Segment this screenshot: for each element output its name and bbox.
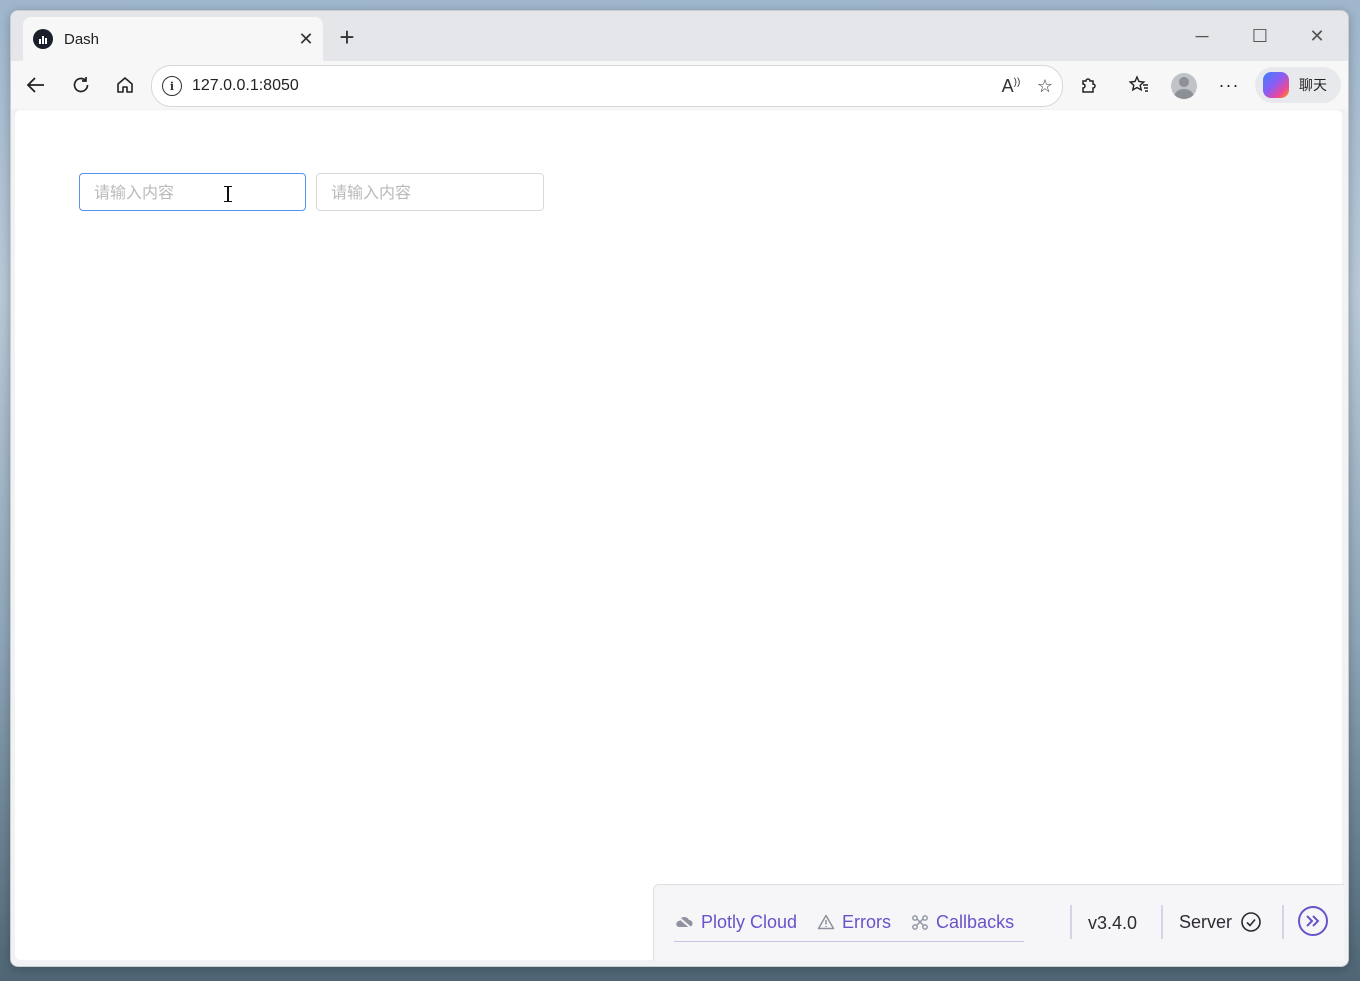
browser-window: Dash ✕ + ─ ☐ ✕ i 127.0.0.1:8050 A)) ☆ ··… bbox=[10, 10, 1349, 967]
read-aloud-icon[interactable]: A)) bbox=[994, 69, 1028, 103]
tab-dash[interactable]: Dash ✕ bbox=[23, 17, 323, 61]
copilot-icon bbox=[1263, 72, 1289, 98]
copilot-label: 聊天 bbox=[1299, 77, 1327, 93]
url-text[interactable]: 127.0.0.1:8050 bbox=[192, 77, 994, 95]
back-button[interactable] bbox=[20, 69, 52, 101]
callbacks-label: Callbacks bbox=[936, 911, 1015, 932]
browser-toolbar: i 127.0.0.1:8050 A)) ☆ ··· 聊天 bbox=[11, 61, 1348, 109]
extensions-button[interactable] bbox=[1073, 69, 1105, 101]
double-chevron-right-icon bbox=[1306, 915, 1320, 927]
devtools-divider bbox=[1282, 905, 1284, 939]
maximize-icon[interactable]: ☐ bbox=[1237, 21, 1283, 51]
text-cursor-icon bbox=[223, 186, 233, 202]
dash-favicon-icon bbox=[33, 29, 53, 49]
favorites-icon bbox=[1128, 75, 1148, 92]
more-options-icon[interactable]: ··· bbox=[1213, 69, 1245, 101]
puzzle-icon bbox=[1082, 78, 1096, 93]
back-arrow-icon bbox=[26, 77, 44, 93]
close-window-icon[interactable]: ✕ bbox=[1294, 21, 1340, 51]
favorite-star-icon[interactable]: ☆ bbox=[1028, 69, 1062, 103]
profile-avatar[interactable] bbox=[1171, 73, 1197, 99]
page-content: Plotly Cloud Errors Callbacks v3.4.0 bbox=[15, 110, 1344, 961]
tab-title: Dash bbox=[64, 30, 100, 48]
plotly-cloud-button[interactable]: Plotly Cloud bbox=[674, 912, 797, 933]
expand-devtools-button[interactable] bbox=[1298, 906, 1328, 936]
cloud-off-icon bbox=[674, 914, 694, 930]
home-button[interactable] bbox=[109, 69, 141, 101]
reload-button[interactable] bbox=[65, 69, 97, 101]
callbacks-graph-icon bbox=[911, 914, 929, 930]
devtools-divider bbox=[1070, 905, 1072, 939]
favorites-button[interactable] bbox=[1123, 69, 1155, 101]
server-ok-check-icon bbox=[1241, 912, 1261, 932]
plotly-cloud-label: Plotly Cloud bbox=[701, 911, 798, 932]
new-tab-button[interactable]: + bbox=[333, 22, 361, 52]
warning-icon bbox=[817, 914, 835, 930]
text-input-1[interactable] bbox=[79, 173, 306, 211]
reload-icon bbox=[73, 77, 89, 93]
devtools-menu: Plotly Cloud Errors Callbacks bbox=[674, 903, 1025, 942]
errors-button[interactable]: Errors bbox=[817, 912, 891, 933]
copilot-button[interactable]: 聊天 bbox=[1255, 67, 1341, 103]
devtools-divider bbox=[1161, 905, 1163, 939]
text-input-2[interactable] bbox=[316, 173, 544, 211]
errors-label: Errors bbox=[842, 911, 892, 932]
server-status: Server bbox=[1179, 911, 1262, 933]
server-label: Server bbox=[1179, 911, 1233, 932]
close-tab-icon[interactable]: ✕ bbox=[295, 28, 317, 50]
dash-devtools-bar: Plotly Cloud Errors Callbacks v3.4.0 Ser… bbox=[653, 884, 1344, 961]
minimize-icon[interactable]: ─ bbox=[1179, 21, 1225, 51]
tab-strip: Dash ✕ + ─ ☐ ✕ bbox=[11, 11, 1348, 61]
address-bar[interactable]: i 127.0.0.1:8050 A)) ☆ bbox=[151, 65, 1063, 107]
callbacks-button[interactable]: Callbacks bbox=[911, 912, 1014, 933]
site-info-icon[interactable]: i bbox=[162, 76, 182, 96]
dash-version: v3.4.0 bbox=[1088, 913, 1138, 933]
home-icon bbox=[117, 77, 133, 93]
